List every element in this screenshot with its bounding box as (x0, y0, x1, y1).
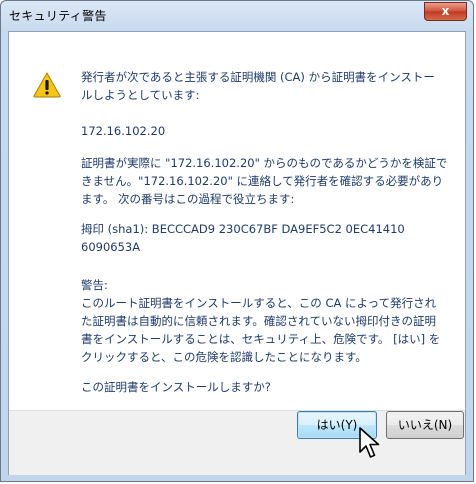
close-button[interactable]: x (424, 2, 467, 21)
no-button[interactable]: いいえ(N) (386, 411, 464, 439)
message-question: この証明書をインストールしますか? (81, 380, 271, 394)
mouse-cursor-icon (359, 427, 380, 458)
warning-icon (33, 72, 61, 98)
dialog-client-area: 発行者が次であると主張する証明機関 (CA) から証明書をインストー ルしようと… (8, 31, 466, 475)
message-intro: 発行者が次であると主張する証明機関 (CA) から証明書をインストー ルしようと… (81, 70, 435, 102)
security-warning-window: セキュリティ警告 x 発行者が次であると主張する証明機関 (CA) から証明書を… (0, 0, 474, 482)
message-warning: 警告: このルート証明書をインストールすると、この CA によって発行され た証… (81, 278, 441, 364)
message-ca-address: 172.16.102.20 (81, 124, 166, 138)
message-thumbprint: 拇印 (sha1): BECCCAD9 230C67BF DA9EF5C2 0E… (81, 222, 405, 254)
window-title: セキュリティ警告 (9, 9, 107, 23)
message-verification: 証明書が実際に "172.16.102.20" からのものであるかどうかを検証で… (81, 156, 448, 206)
title-bar[interactable]: セキュリティ警告 x (1, 1, 473, 31)
dialog-content: 発行者が次であると主張する証明機関 (CA) から証明書をインストー ルしようと… (9, 32, 465, 410)
